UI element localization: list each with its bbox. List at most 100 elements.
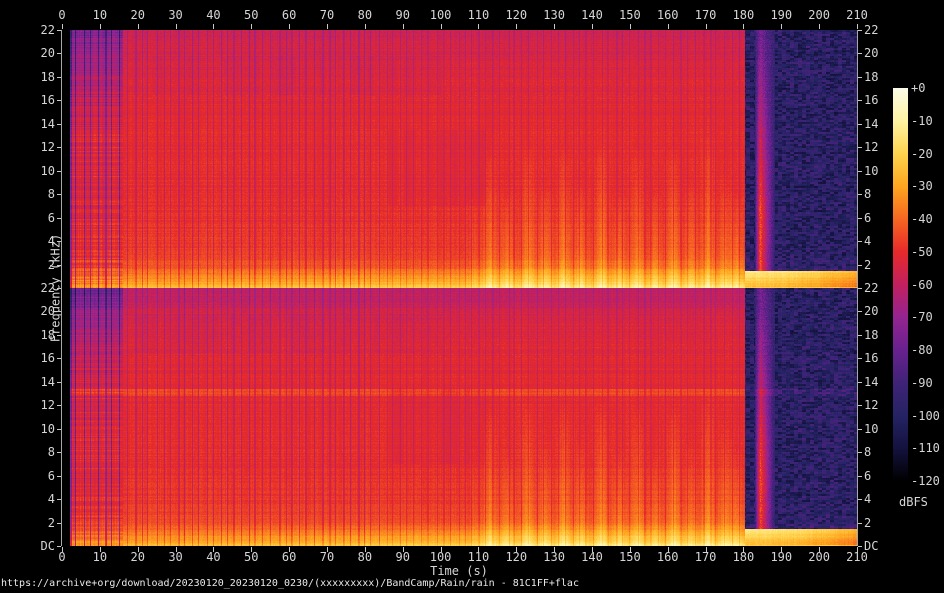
freq-tick-label-left: 4 — [0, 235, 55, 248]
time-tick-label-bottom: 60 — [282, 551, 296, 564]
time-tick-label-top: 160 — [657, 9, 679, 22]
time-tick-top — [857, 24, 858, 29]
freq-tick-label-right: 20 — [864, 305, 878, 318]
freq-tick-label-left: 20 — [0, 305, 55, 318]
time-tick-label-bottom: 80 — [358, 551, 372, 564]
freq-tick-label-left: 16 — [0, 94, 55, 107]
time-tick-top — [403, 24, 404, 29]
freq-tick-label-right: 20 — [864, 47, 878, 60]
dbfs-colorbar — [893, 88, 908, 481]
freq-tick-label-right: 2 — [864, 517, 871, 530]
freq-tick-label-right: 10 — [864, 165, 878, 178]
time-tick-top — [213, 24, 214, 29]
colorbar-tick-label: -60 — [911, 279, 933, 292]
colorbar-tick-label: -40 — [911, 213, 933, 226]
freq-tick-label-left: 10 — [0, 165, 55, 178]
time-tick-label-top: 210 — [846, 9, 868, 22]
time-tick-top — [251, 24, 252, 29]
time-tick-label-bottom: 190 — [770, 551, 792, 564]
time-tick-label-bottom: 120 — [505, 551, 527, 564]
freq-tick-label-right: 22 — [864, 282, 878, 295]
time-tick-label-top: 30 — [168, 9, 182, 22]
freq-tick-label-right: 12 — [864, 141, 878, 154]
freq-tick-label-right: 10 — [864, 423, 878, 436]
colorbar-tick-label: -50 — [911, 246, 933, 259]
spectrogram-window: Frequency (kHz) 001010202030304040505060… — [0, 0, 944, 593]
time-tick-top — [365, 24, 366, 29]
time-tick-label-top: 200 — [808, 9, 830, 22]
freq-tick-label-left: 18 — [0, 71, 55, 84]
freq-tick-label-right: DC — [864, 540, 878, 553]
freq-tick-label-left: 8 — [0, 188, 55, 201]
freq-tick-label-right: 16 — [864, 352, 878, 365]
time-tick-top — [176, 24, 177, 29]
freq-tick-right — [858, 265, 862, 266]
freq-tick-right — [858, 288, 862, 289]
time-tick-top — [819, 24, 820, 29]
freq-tick-label-right: 4 — [864, 493, 871, 506]
time-tick-label-top: 110 — [468, 9, 490, 22]
freq-tick-label-left: 14 — [0, 376, 55, 389]
freq-tick-label-right: 6 — [864, 212, 871, 225]
freq-tick-label-left: 20 — [0, 47, 55, 60]
time-tick-label-top: 130 — [543, 9, 565, 22]
time-tick-label-bottom: 130 — [543, 551, 565, 564]
freq-tick-right — [858, 499, 862, 500]
time-tick-label-bottom: 10 — [93, 551, 107, 564]
freq-tick-right — [858, 476, 862, 477]
source-path-text: https://archive+org/download/20230120_20… — [1, 578, 579, 589]
freq-tick-label-left: 8 — [0, 446, 55, 459]
freq-tick-right — [858, 382, 862, 383]
freq-tick-label-left: 22 — [0, 282, 55, 295]
time-tick-top — [630, 24, 631, 29]
time-tick-label-top: 180 — [733, 9, 755, 22]
time-tick-label-top: 120 — [505, 9, 527, 22]
freq-tick-left — [57, 546, 61, 547]
time-tick-label-top: 50 — [244, 9, 258, 22]
time-tick-label-bottom: 150 — [619, 551, 641, 564]
freq-tick-right — [858, 311, 862, 312]
freq-tick-label-right: 4 — [864, 235, 871, 248]
colorbar-tick-label: +0 — [911, 82, 925, 95]
time-tick-label-top: 90 — [395, 9, 409, 22]
freq-tick-label-left: 6 — [0, 212, 55, 225]
freq-tick-label-right: 18 — [864, 329, 878, 342]
time-tick-top — [554, 24, 555, 29]
time-tick-top — [100, 24, 101, 29]
time-tick-top — [592, 24, 593, 29]
colorbar-tick-label: -30 — [911, 180, 933, 193]
time-tick-label-top: 0 — [58, 9, 65, 22]
colorbar-title: dBFS — [899, 496, 928, 509]
time-tick-label-top: 190 — [770, 9, 792, 22]
right-axis-spine — [857, 30, 858, 546]
freq-tick-label-left: DC — [0, 540, 55, 553]
freq-tick-label-right: 6 — [864, 470, 871, 483]
freq-tick-right — [858, 100, 862, 101]
time-tick-label-bottom: 0 — [58, 551, 65, 564]
time-tick-label-bottom: 110 — [468, 551, 490, 564]
time-tick-top — [781, 24, 782, 29]
colorbar-tick-label: -10 — [911, 115, 933, 128]
colorbar-tick-label: -70 — [911, 311, 933, 324]
freq-tick-right — [858, 429, 862, 430]
time-tick-label-top: 60 — [282, 9, 296, 22]
freq-tick-right — [858, 147, 862, 148]
colorbar-tick-label: -120 — [911, 475, 940, 488]
freq-tick-right — [858, 124, 862, 125]
freq-tick-label-right: 14 — [864, 376, 878, 389]
time-tick-label-top: 70 — [320, 9, 334, 22]
time-tick-label-top: 170 — [695, 9, 717, 22]
freq-tick-label-right: 8 — [864, 188, 871, 201]
freq-tick-label-left: 4 — [0, 493, 55, 506]
time-tick-label-bottom: 90 — [395, 551, 409, 564]
freq-tick-label-right: 8 — [864, 446, 871, 459]
time-tick-label-bottom: 200 — [808, 551, 830, 564]
freq-tick-label-right: 2 — [864, 259, 871, 272]
time-tick-label-bottom: 50 — [244, 551, 258, 564]
colorbar-tick-label: -110 — [911, 442, 940, 455]
freq-tick-right — [858, 194, 862, 195]
freq-tick-label-left: 2 — [0, 517, 55, 530]
time-tick-top — [478, 24, 479, 29]
time-tick-top — [441, 24, 442, 29]
freq-tick-label-left: 2 — [0, 259, 55, 272]
